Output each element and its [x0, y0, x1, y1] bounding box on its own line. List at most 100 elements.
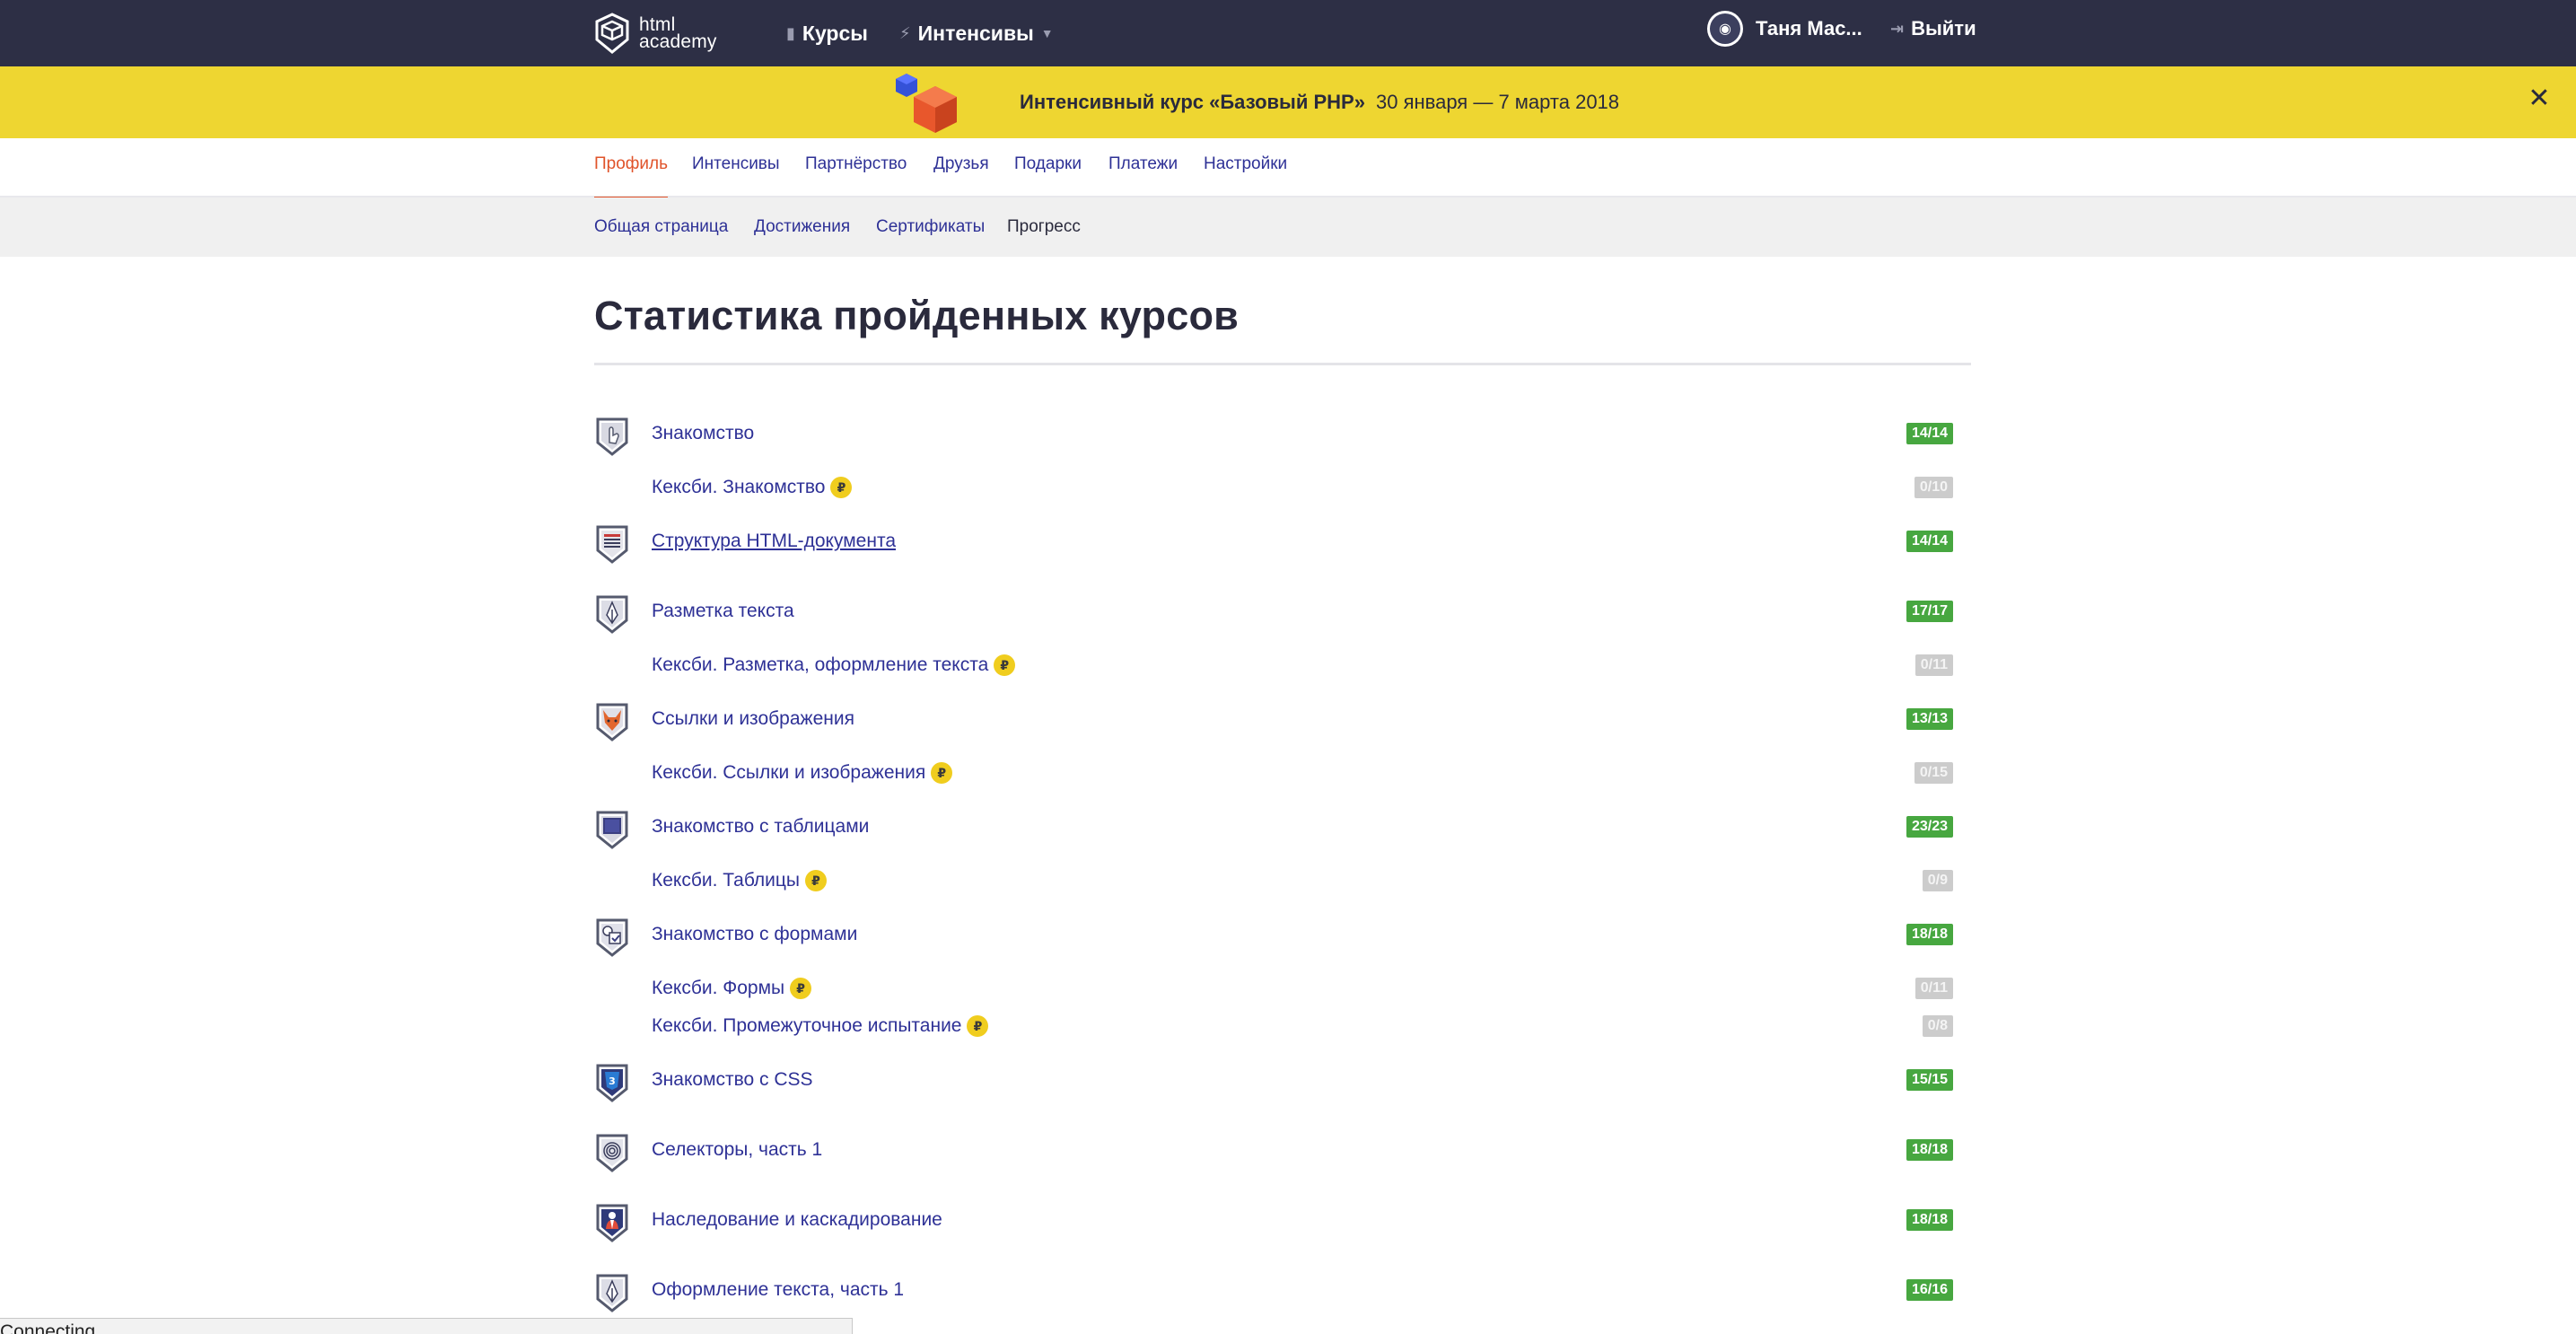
course-link[interactable]: Кексби. Таблицы ₽: [652, 863, 828, 899]
course-link[interactable]: Селекторы, часть 1: [652, 1132, 822, 1168]
course-row: Знакомство с таблицами 23/23: [594, 809, 1953, 849]
progress-badge: 18/18: [1906, 1209, 1953, 1231]
course-title: Знакомство с таблицами: [652, 816, 870, 837]
course-title: Кексби. Знакомство: [652, 477, 826, 497]
nav-intensives[interactable]: ⚡ Интенсивы ▼: [899, 0, 1054, 66]
ruble-icon: ₽: [994, 654, 1016, 676]
course-link[interactable]: Кексби. Формы ₽: [652, 970, 812, 1006]
course-link[interactable]: Структура HTML-документа: [652, 523, 896, 559]
user-menu[interactable]: ◉ Таня Мас...: [1707, 0, 1862, 57]
course-link[interactable]: Кексби. Промежуточное испытание ₽: [652, 1008, 989, 1044]
ruble-icon: ₽: [931, 762, 953, 784]
hand-badge-icon: [596, 417, 628, 456]
course-link[interactable]: Кексби. Ссылки и изображения ₽: [652, 755, 953, 791]
ruble-icon: ₽: [967, 1015, 989, 1037]
progress-badge: 15/15: [1906, 1069, 1953, 1091]
svg-text:3: 3: [609, 1075, 616, 1087]
subtab-progress: Прогресс: [1007, 217, 1081, 236]
course-row: Ссылки и изображения 13/13: [594, 701, 1953, 742]
title-divider: [594, 363, 1971, 365]
chevron-down-icon: ▼: [1040, 26, 1054, 40]
progress-badge: 13/13: [1906, 708, 1953, 730]
pen-badge-icon: [596, 595, 628, 634]
promo-dates: 30 января — 7 марта 2018: [1376, 91, 1620, 113]
ruble-icon: ₽: [830, 477, 853, 498]
progress-badge: 14/14: [1906, 531, 1953, 552]
tab-settings[interactable]: Настройки: [1204, 138, 1287, 197]
tab-partnership[interactable]: Партнёрство: [805, 138, 907, 197]
course-title: Знакомство с CSS: [652, 1069, 813, 1090]
owl-icon: ◉: [1710, 13, 1740, 44]
course-link[interactable]: Разметка текста: [652, 593, 794, 629]
course-title: Селекторы, часть 1: [652, 1139, 823, 1160]
course-row: Селекторы, часть 1 18/18: [594, 1132, 1953, 1172]
page-title: Статистика пройденных курсов: [594, 293, 1239, 338]
person-badge-icon: [596, 1204, 628, 1242]
course-link[interactable]: Оформление текста, часть 1: [652, 1272, 904, 1308]
course-row: Кексби. Таблицы ₽ 0/9: [594, 863, 1953, 899]
progress-badge: 18/18: [1906, 924, 1953, 945]
course-title: Ссылки и изображения: [652, 708, 854, 729]
logo-text: html academy: [639, 15, 717, 52]
course-link[interactable]: Знакомство: [652, 416, 754, 452]
progress-badge: 14/14: [1906, 423, 1953, 444]
user-name: Таня Мас...: [1756, 17, 1862, 39]
lightning-icon: ⚡: [899, 23, 911, 42]
close-icon[interactable]: ✕: [2526, 83, 2553, 113]
course-link[interactable]: Знакомство с CSS: [652, 1062, 813, 1098]
progress-badge: 17/17: [1906, 601, 1953, 622]
tab-profile[interactable]: Профиль: [594, 138, 669, 199]
logo-line-2: academy: [639, 31, 717, 52]
progress-badge: 0/11: [1914, 654, 1953, 676]
forms-badge-icon: [596, 918, 628, 957]
tab-gifts[interactable]: Подарки: [1014, 138, 1082, 197]
ruble-icon: ₽: [790, 978, 812, 999]
progress-badge: 16/16: [1906, 1279, 1953, 1301]
course-link[interactable]: Знакомство с формами: [652, 917, 857, 952]
logout-link[interactable]: ⇥ Выйти: [1890, 0, 1976, 57]
course-row: Кексби. Промежуточное испытание ₽ 0/8: [594, 1008, 1953, 1044]
course-title: Кексби. Разметка, оформление текста: [652, 654, 989, 675]
tab-friends[interactable]: Друзья: [933, 138, 989, 197]
course-title: Кексби. Ссылки и изображения: [652, 762, 926, 783]
course-row: Кексби. Формы ₽ 0/11: [594, 970, 1953, 1006]
bars-icon: ▮: [786, 23, 795, 42]
promo-title[interactable]: Интенсивный курс «Базовый PHP»: [1020, 66, 1365, 138]
course-row: Знакомство с формами 18/18: [594, 917, 1953, 957]
progress-badge: 0/15: [1914, 762, 1953, 784]
status-text: Connecting...: [0, 1321, 111, 1334]
course-link[interactable]: Кексби. Знакомство ₽: [652, 470, 853, 505]
course-link[interactable]: Ссылки и изображения: [652, 701, 854, 737]
course-row: Кексби. Ссылки и изображения ₽ 0/15: [594, 755, 1953, 791]
course-row: Структура HTML-документа 14/14: [594, 523, 1953, 564]
progress-badge: 0/8: [1922, 1015, 1953, 1037]
cubes-icon: [896, 74, 957, 133]
logo[interactable]: html academy: [594, 7, 717, 59]
nav-courses[interactable]: ▮ Курсы: [786, 0, 868, 66]
progress-badge: 0/10: [1914, 477, 1953, 498]
logout-icon: ⇥: [1890, 19, 1905, 38]
progress-badge: 18/18: [1906, 1139, 1953, 1161]
course-link[interactable]: Знакомство с таблицами: [652, 809, 869, 845]
course-link[interactable]: Наследование и каскадирование: [652, 1202, 942, 1238]
course-title: Структура HTML-документа: [652, 531, 897, 551]
subtab-achievements[interactable]: Достижения: [754, 197, 850, 257]
course-link[interactable]: Кексби. Разметка, оформление текста ₽: [652, 647, 1016, 683]
subtab-overview[interactable]: Общая страница: [594, 197, 728, 257]
tab-intensives[interactable]: Интенсивы: [692, 138, 780, 197]
target-badge-icon: [596, 1134, 628, 1172]
subtab-certificates[interactable]: Сертификаты: [876, 197, 985, 257]
course-row: Наследование и каскадирование 18/18: [594, 1202, 1953, 1242]
course-row: Оформление текста, часть 1 16/16: [594, 1272, 1953, 1312]
course-row: Разметка текста 17/17: [594, 593, 1953, 634]
promo-banner[interactable]: Интенсивный курс «Базовый PHP» 30 января…: [0, 66, 2576, 138]
nav-courses-label: Курсы: [802, 21, 868, 45]
css-badge-icon: 3: [596, 1064, 628, 1102]
fox-badge-icon: [596, 703, 628, 742]
tab-payments[interactable]: Платежи: [1108, 138, 1178, 197]
course-title: Кексби. Таблицы: [652, 870, 801, 891]
course-row: Знакомство 14/14: [594, 416, 1953, 456]
course-title: Знакомство: [652, 423, 755, 443]
table-badge-icon: [596, 811, 628, 849]
pen-badge-icon: [596, 1274, 628, 1312]
